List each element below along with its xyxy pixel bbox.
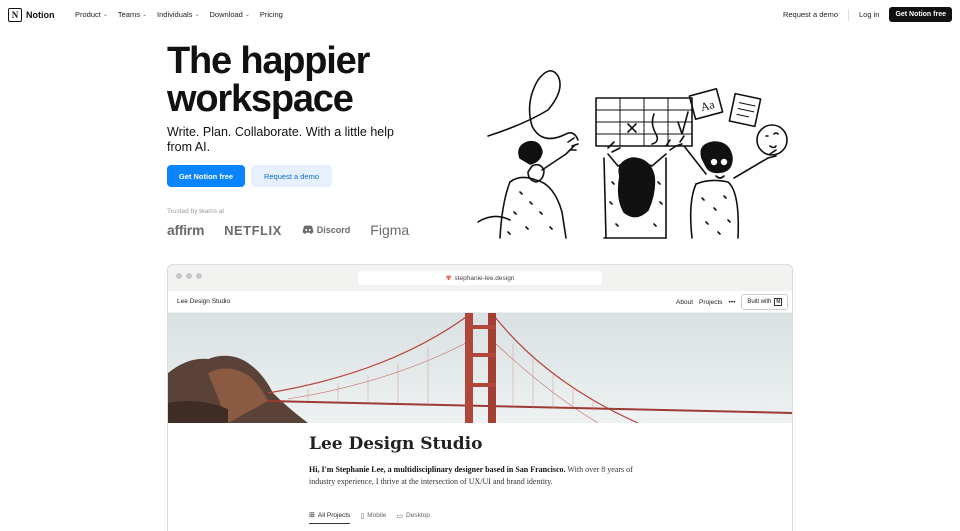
- hero-title-line2: workspace: [167, 78, 354, 120]
- brand-logos: affirm NETFLIX Discord Figma: [167, 222, 409, 238]
- tab-all-projects[interactable]: ⊞ All Projects: [309, 511, 351, 524]
- browser-toolbar: ✾ stephanie-lee.design: [168, 265, 792, 291]
- nav-product[interactable]: Product ⌄: [75, 10, 108, 19]
- hero-illustration: Aa: [477, 70, 788, 239]
- site-favicon-icon: ✾: [445, 275, 452, 282]
- nav-download[interactable]: Download ⌄: [210, 10, 250, 19]
- netflix-logo: NETFLIX: [224, 222, 282, 238]
- site-header: Lee Design Studio About Projects ••• Bui…: [168, 291, 792, 313]
- top-navigation: N Notion Product ⌄ Teams ⌄ Individuals ⌄ Do…: [0, 0, 960, 30]
- window-dot: [176, 273, 182, 279]
- get-notion-free-button[interactable]: Get Notion free: [167, 165, 245, 187]
- get-notion-free-nav-button[interactable]: Get Notion free: [889, 7, 952, 22]
- site-link-about[interactable]: About: [676, 299, 693, 306]
- cover-image-bridge: [168, 313, 792, 423]
- request-demo-link[interactable]: Request a demo: [783, 10, 838, 19]
- hero-title-line1: The happier: [167, 40, 370, 82]
- window-dot: [186, 273, 192, 279]
- nav-links: Product ⌄ Teams ⌄ Individuals ⌄ Download ⌄ P…: [75, 10, 283, 19]
- intro-bold: Hi, I'm Stephanie Lee, a multidisciplina…: [309, 465, 566, 474]
- url-text: stephanie-lee.design: [454, 274, 515, 282]
- nav-individuals-label: Individuals: [157, 10, 193, 19]
- url-bar: ✾ stephanie-lee.design: [358, 271, 602, 285]
- nav-actions: Request a demo Log in Get Notion free: [783, 7, 952, 22]
- svg-text:Aa: Aa: [699, 97, 717, 114]
- window-dot: [196, 273, 202, 279]
- request-demo-button[interactable]: Request a demo: [251, 165, 332, 187]
- affirm-logo: affirm: [167, 222, 205, 238]
- grid-icon: ⊞: [309, 512, 315, 519]
- discord-logo-text: Discord: [316, 225, 351, 235]
- built-with-label: Built with: [747, 299, 772, 305]
- tab-desktop[interactable]: ▭ Desktop: [396, 511, 429, 524]
- hero-title: The happier workspace: [167, 42, 467, 118]
- figma-logo: Figma: [370, 222, 410, 238]
- discord-icon: [302, 225, 314, 234]
- chevron-down-icon: ⌄: [102, 12, 108, 18]
- notion-logo-icon: N: [8, 8, 22, 22]
- nav-divider: [848, 8, 849, 21]
- tab-label: Mobile: [367, 512, 387, 519]
- nav-teams-label: Teams: [117, 10, 140, 19]
- more-options-icon[interactable]: •••: [729, 299, 736, 306]
- notion-mini-icon: N: [774, 298, 782, 306]
- nav-download-label: Download: [209, 10, 243, 19]
- page-title: Lee Design Studio: [309, 434, 483, 454]
- browser-mockup: ✾ stephanie-lee.design Lee Design Studio…: [167, 264, 793, 531]
- nav-teams[interactable]: Teams ⌄: [118, 10, 147, 19]
- nav-pricing[interactable]: Pricing: [260, 10, 283, 19]
- hero-subtitle: Write. Plan. Collaborate. With a little …: [167, 125, 394, 154]
- window-controls: [176, 273, 202, 279]
- site-page-content: Lee Design Studio Hi, I'm Stephanie Lee,…: [168, 423, 792, 531]
- page-intro: Hi, I'm Stephanie Lee, a multidisciplina…: [309, 464, 654, 488]
- chevron-down-icon: ⌄: [194, 12, 200, 18]
- chevron-down-icon: ⌄: [244, 12, 250, 18]
- site-name: Lee Design Studio: [177, 298, 231, 305]
- tab-label: All Projects: [317, 511, 351, 519]
- site-link-projects[interactable]: Projects: [699, 299, 722, 306]
- nav-pricing-label: Pricing: [259, 10, 283, 19]
- discord-logo: Discord: [302, 225, 351, 235]
- built-with-notion-badge[interactable]: Built with N: [741, 294, 788, 310]
- project-tabs: ⊞ All Projects ▯ Mobile ▭ Desktop: [309, 511, 430, 524]
- monitor-icon: ▭: [396, 512, 404, 520]
- login-link[interactable]: Log in: [859, 10, 879, 19]
- phone-icon: ▯: [360, 512, 365, 520]
- notion-logo[interactable]: N Notion: [8, 8, 55, 22]
- brand-name: Notion: [26, 10, 55, 20]
- tab-label: Desktop: [406, 512, 430, 519]
- site-nav: About Projects ••• Built with N: [676, 294, 788, 310]
- tab-mobile[interactable]: ▯ Mobile: [360, 511, 386, 524]
- chevron-down-icon: ⌄: [141, 12, 148, 18]
- nav-product-label: Product: [75, 10, 101, 19]
- nav-individuals[interactable]: Individuals ⌄: [157, 10, 199, 19]
- trusted-label: Trusted by teams at: [167, 208, 225, 215]
